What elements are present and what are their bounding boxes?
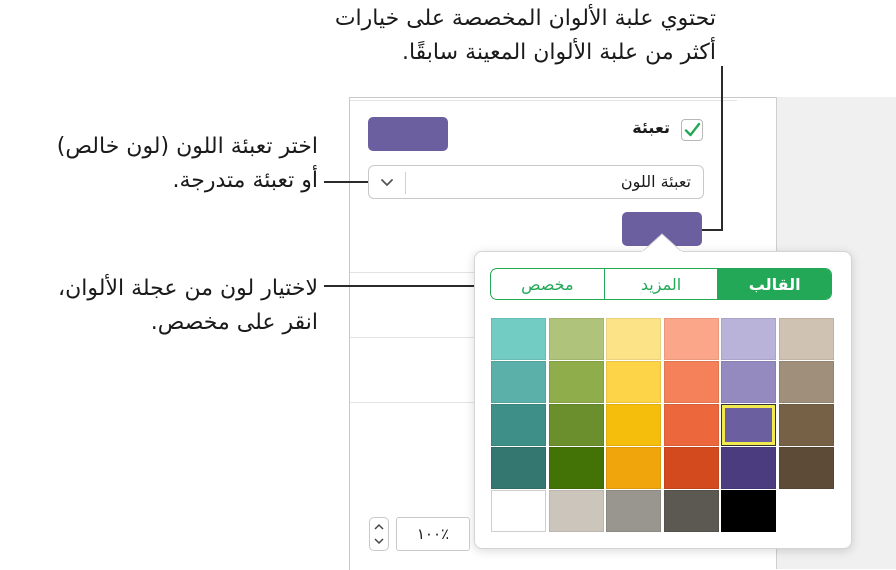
color-swatch[interactable] (606, 361, 661, 403)
popup-separator (405, 172, 406, 194)
fill-color-swatch[interactable] (368, 117, 448, 151)
chevron-down-icon (381, 179, 393, 186)
color-swatch[interactable] (491, 490, 546, 532)
color-swatch[interactable] (778, 361, 834, 403)
color-swatch[interactable] (606, 447, 661, 489)
divider (350, 272, 474, 273)
color-swatch[interactable] (491, 447, 546, 489)
color-swatch[interactable] (491, 318, 546, 360)
tab-more[interactable]: المزيد (603, 269, 718, 299)
color-swatch[interactable] (778, 404, 834, 446)
color-swatch[interactable] (663, 318, 719, 360)
color-swatch[interactable] (491, 404, 546, 446)
leader-line (324, 285, 490, 287)
divider (350, 402, 474, 403)
color-swatch[interactable] (491, 361, 546, 403)
stepper-arrows-icon (374, 523, 384, 545)
callout-color-wheel: لاختيار لون من عجلة الألوان، انقر على مخ… (58, 272, 318, 340)
fill-label: تعبئة (632, 118, 670, 137)
color-swatch[interactable] (721, 404, 776, 446)
fill-checkbox[interactable] (681, 119, 703, 141)
fill-type-popup[interactable]: تعبئة اللون (368, 165, 704, 199)
callout-fill-type: اختر تعبئة اللون (لون خالص) أو تعبئة متد… (57, 130, 318, 198)
opacity-field[interactable]: ٪١٠٠ (396, 517, 470, 551)
color-swatch[interactable] (721, 490, 776, 532)
callout-line: لاختيار لون من عجلة الألوان، (58, 276, 318, 301)
callout-line: انقر على مخصص. (150, 310, 318, 335)
checkmark-icon (684, 122, 701, 137)
color-swatch[interactable] (663, 361, 719, 403)
color-swatch[interactable] (548, 447, 604, 489)
leader-line (721, 66, 723, 230)
callout-line: اختر تعبئة اللون (لون خالص) (56, 134, 318, 159)
color-swatch[interactable] (721, 318, 776, 360)
color-swatch[interactable] (721, 447, 776, 489)
leader-line (324, 181, 368, 183)
popover-arrow (642, 233, 682, 253)
tab-custom[interactable]: مخصص (491, 269, 604, 299)
color-swatch[interactable] (663, 447, 719, 489)
color-swatch[interactable] (548, 361, 604, 403)
color-swatch[interactable] (548, 490, 604, 532)
color-swatch[interactable] (721, 361, 776, 403)
color-swatch[interactable] (606, 318, 661, 360)
divider (350, 337, 474, 338)
color-swatch[interactable] (778, 318, 834, 360)
color-swatch[interactable] (606, 490, 661, 532)
callout-custom-palette: تحتوي علبة الألوان المخصصة على خيارات أك… (335, 2, 716, 70)
opacity-stepper[interactable] (369, 517, 389, 551)
callout-line: تحتوي علبة الألوان المخصصة على خيارات (334, 6, 716, 31)
color-swatch[interactable] (548, 318, 604, 360)
palette-tabs: مخصص المزيد القالب (490, 268, 832, 300)
color-swatch[interactable] (548, 404, 604, 446)
callout-line: أو تعبئة متدرجة. (172, 168, 318, 193)
callout-line: أكثر من علبة الألوان المعينة سابقًا. (401, 40, 716, 65)
color-swatch[interactable] (663, 490, 719, 532)
color-swatch[interactable] (778, 447, 834, 489)
fill-type-value: تعبئة اللون (620, 172, 691, 191)
tab-theme[interactable]: القالب (717, 269, 831, 299)
color-swatch[interactable] (663, 404, 719, 446)
divider (350, 100, 737, 101)
color-swatch[interactable] (606, 404, 661, 446)
leader-line (702, 229, 723, 231)
